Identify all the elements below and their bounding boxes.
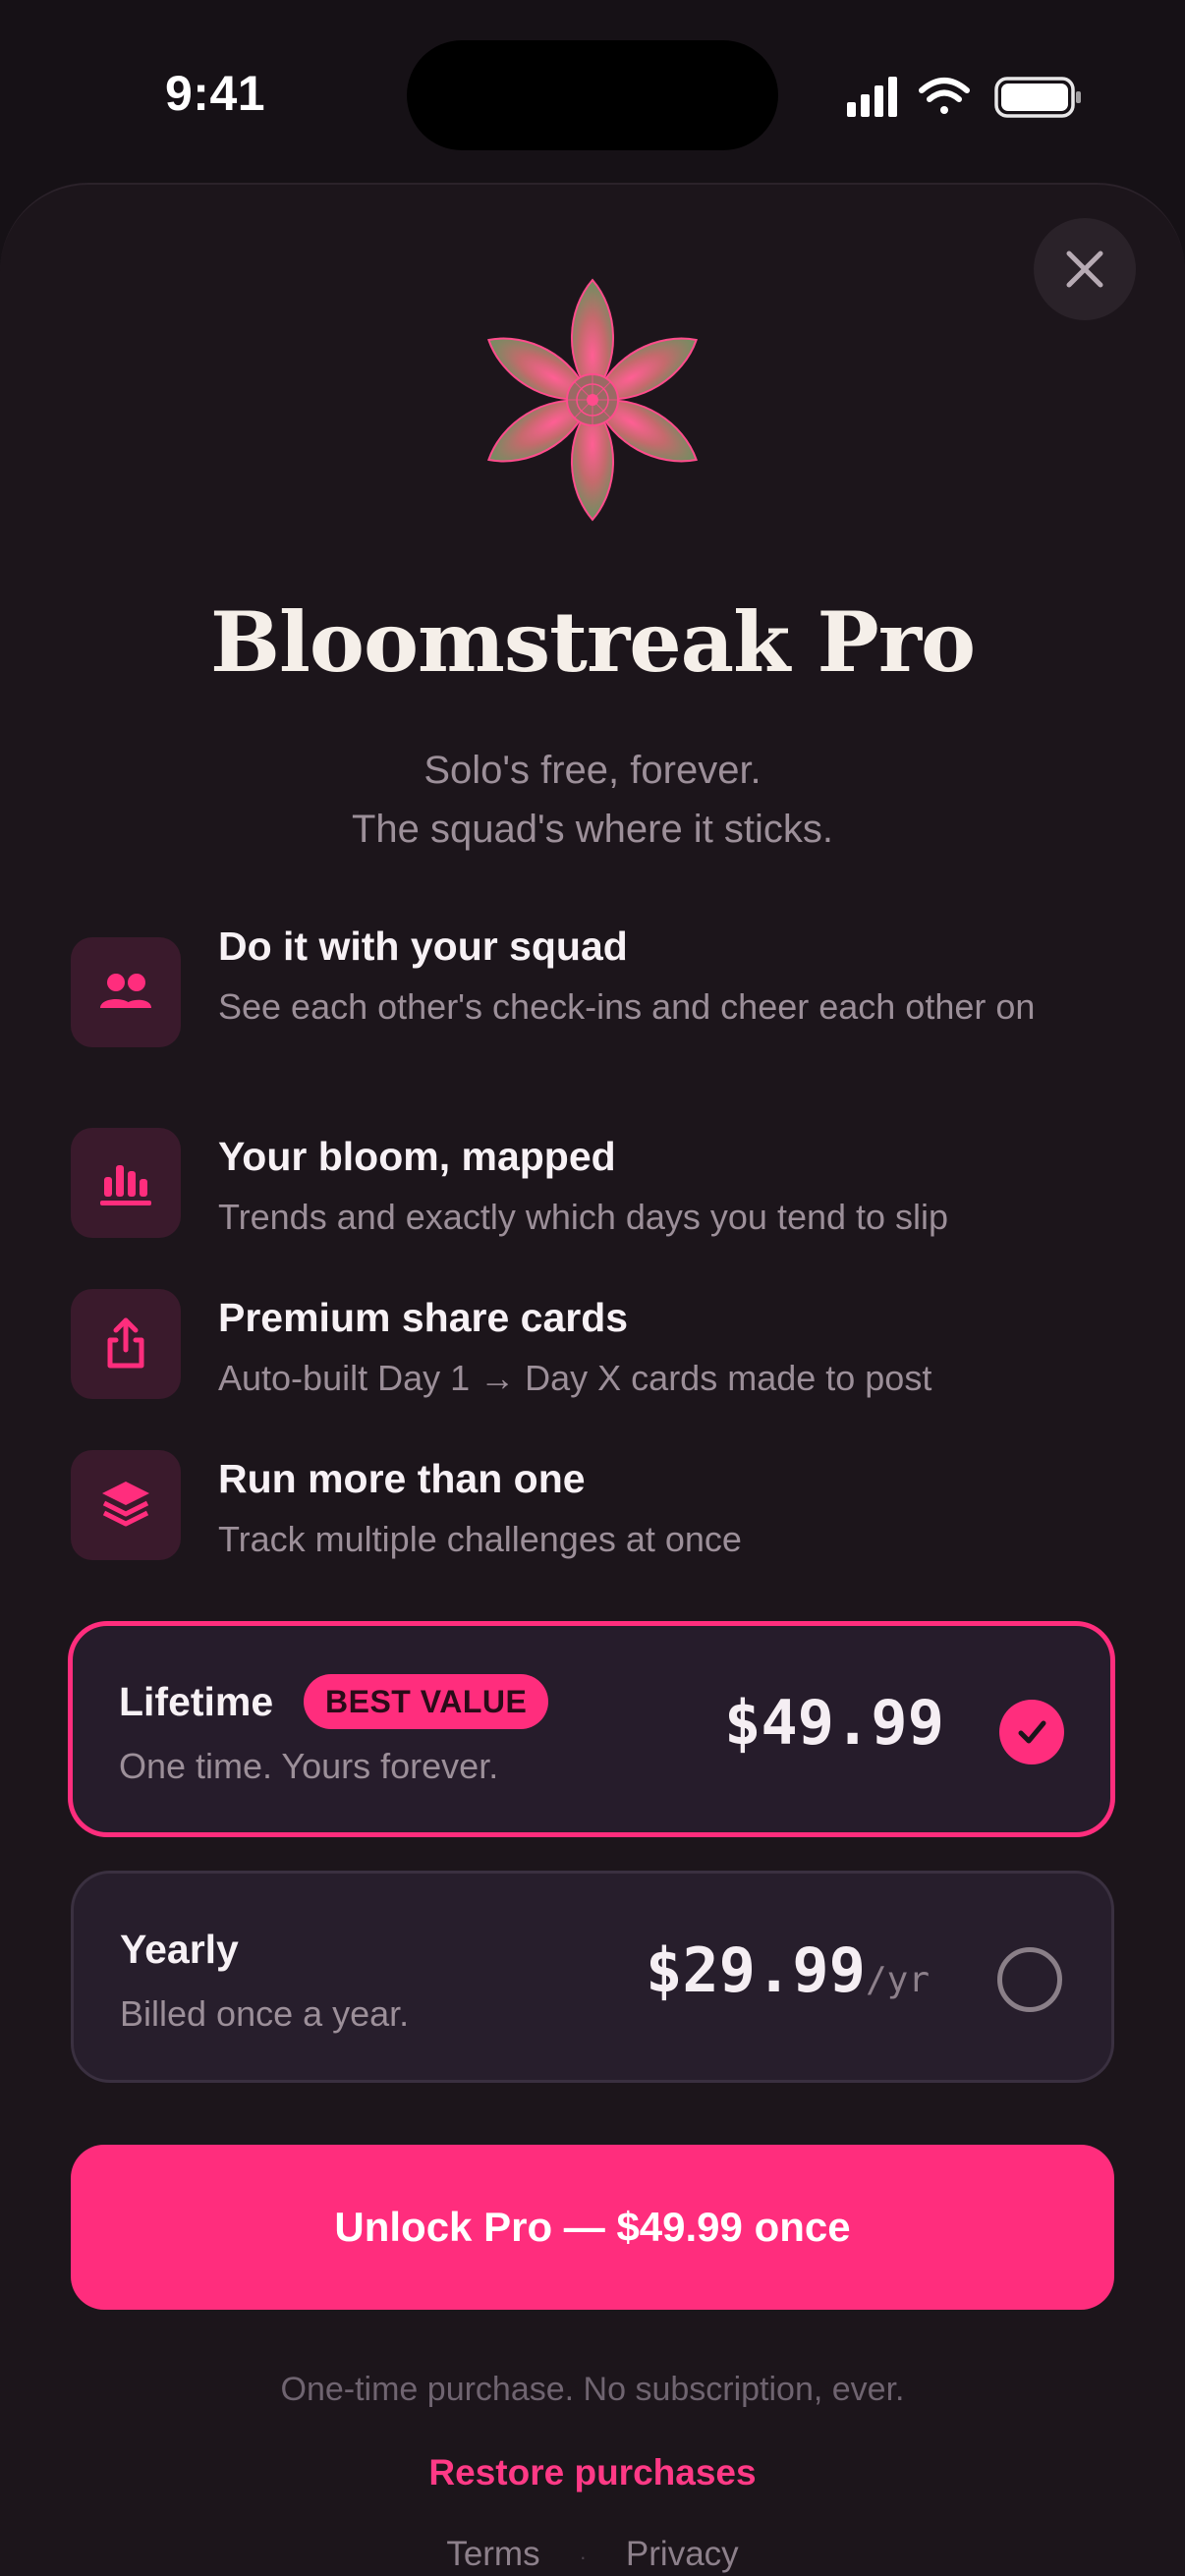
selected-check-icon <box>999 1700 1064 1764</box>
cellular-signal-icon <box>847 77 897 117</box>
subtitle-line-1: Solo's free, forever. <box>423 749 762 792</box>
paywall-subtitle: Solo's free, forever. The squad's where … <box>0 741 1185 859</box>
feature-title: Your bloom, mapped <box>218 1134 616 1179</box>
legal-links: Terms · Privacy <box>0 2535 1185 2576</box>
feature-title: Do it with your squad <box>218 924 628 969</box>
privacy-link[interactable]: Privacy <box>626 2535 739 2576</box>
feature-title: Premium share cards <box>218 1295 629 1340</box>
terms-link[interactable]: Terms <box>446 2535 539 2576</box>
best-value-badge: BEST VALUE <box>304 1674 549 1729</box>
plan-price: $29.99 <box>646 1934 866 2006</box>
plan-lifetime[interactable]: Lifetime BEST VALUE One time. Yours fore… <box>68 1621 1115 1837</box>
bar-chart-icon <box>71 1128 181 1238</box>
plan-name: Yearly <box>120 1927 239 1972</box>
feature-desc: Auto-built Day 1 → Day X cards made to p… <box>218 1358 932 1398</box>
radio-unselected-icon <box>997 1947 1062 2012</box>
bloom-flower-logo <box>484 273 701 527</box>
plan-price: $49.99 <box>724 1687 944 1759</box>
purchase-note: One-time purchase. No subscription, ever… <box>280 2371 905 2408</box>
status-icons <box>847 73 1083 122</box>
paywall-screen: 9:41 Bloomstreak Pro Solo's free, foreve… <box>0 0 1185 2576</box>
feature-desc: Trends and exactly which days you tend t… <box>218 1197 949 1237</box>
restore-purchases-link[interactable]: Restore purchases <box>0 2452 1185 2493</box>
wifi-icon <box>919 78 970 114</box>
close-button[interactable] <box>1034 218 1136 320</box>
feature-title: Run more than one <box>218 1456 586 1501</box>
plan-period: /yr <box>865 1960 930 2000</box>
battery-icon <box>994 77 1081 118</box>
group-icon <box>71 937 181 1047</box>
plan-yearly[interactable]: Yearly Billed once a year. $29.99/yr <box>71 1871 1114 2083</box>
plan-name: Lifetime <box>119 1679 274 1724</box>
share-icon <box>71 1289 181 1399</box>
unlock-pro-button[interactable]: Unlock Pro — $49.99 once <box>71 2145 1114 2310</box>
paywall-title: Bloomstreak Pro <box>210 593 976 691</box>
feature-desc: See each other's check-ins and cheer eac… <box>218 986 1036 1027</box>
close-icon <box>1066 251 1103 288</box>
plan-price-group: $29.99/yr <box>646 1934 930 2006</box>
feature-desc: Track multiple challenges at once <box>218 1519 742 1559</box>
status-time: 9:41 <box>165 66 266 121</box>
plan-desc: Billed once a year. <box>120 1993 410 2034</box>
link-separator: · <box>579 2545 587 2569</box>
subtitle-line-2: The squad's where it sticks. <box>351 808 834 851</box>
plan-desc: One time. Yours forever. <box>119 1746 499 1786</box>
layers-icon <box>71 1450 181 1560</box>
dynamic-island <box>407 40 778 150</box>
